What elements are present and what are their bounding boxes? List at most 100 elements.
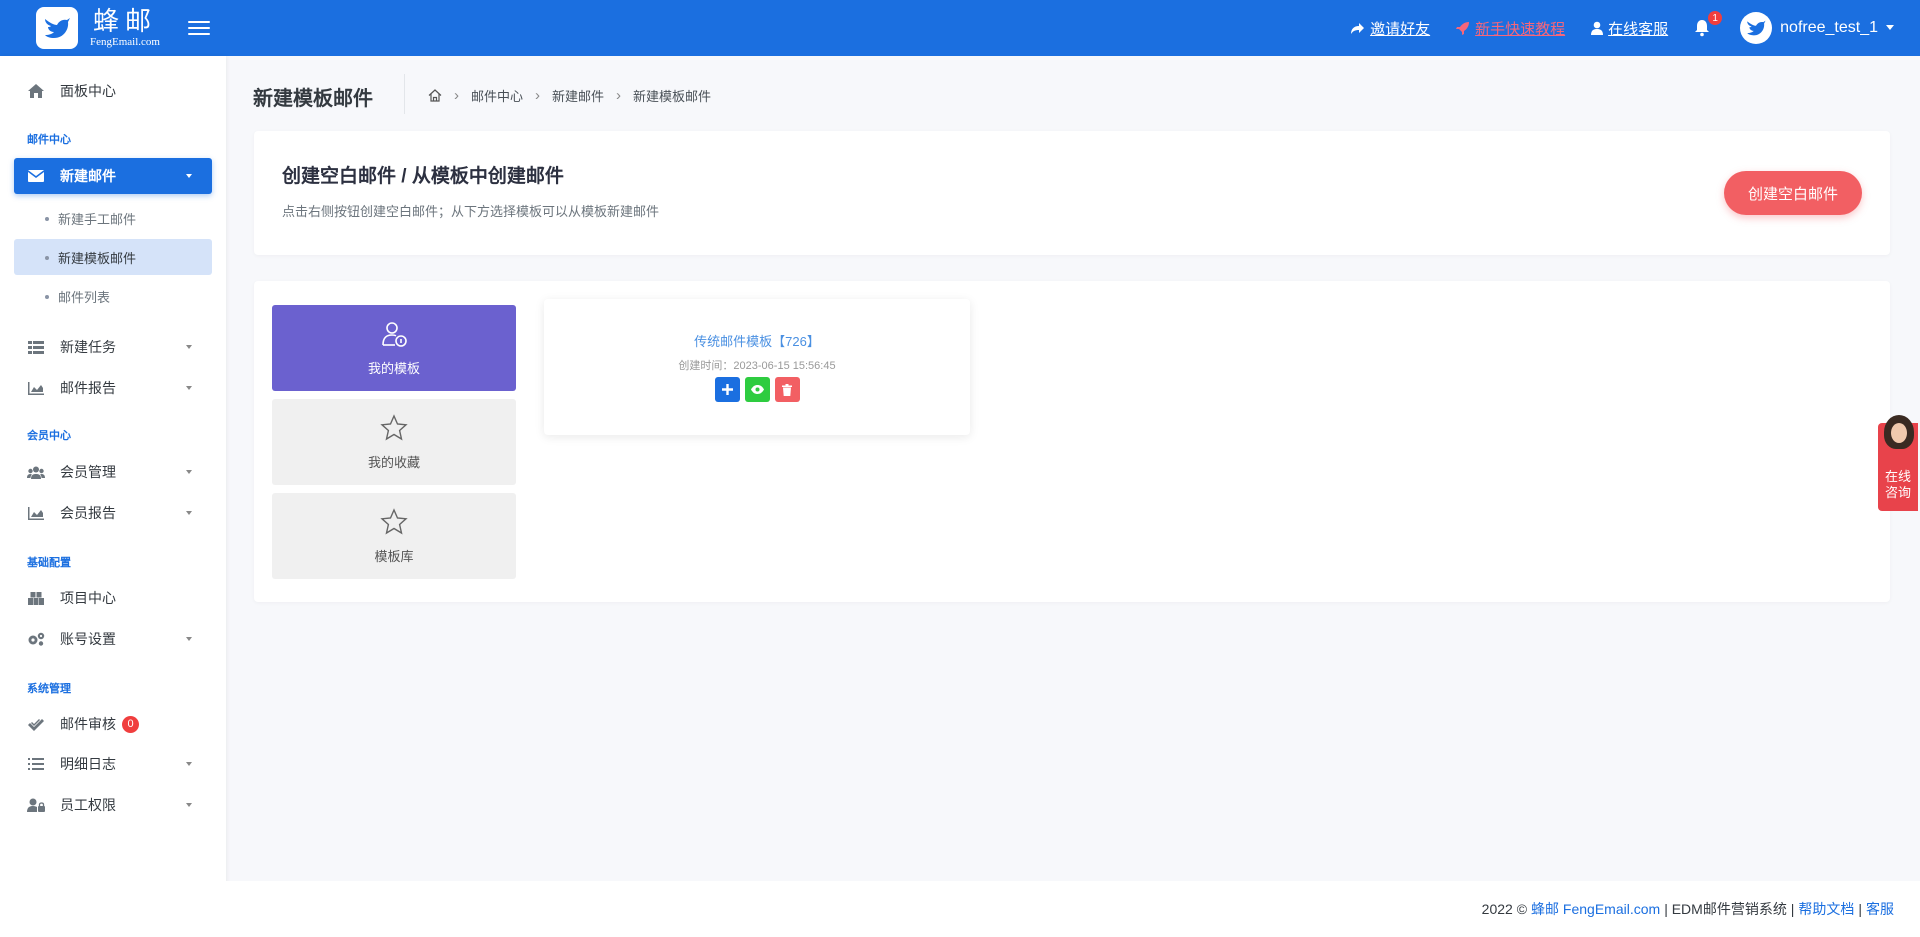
breadcrumb-current: 新建模板邮件 <box>633 89 712 104</box>
sidebar-item-label: 账号设置 <box>60 631 116 647</box>
sidebar-item-project-center[interactable]: 项目中心 <box>14 580 212 616</box>
consult-label-line2: 咨询 <box>1884 485 1911 500</box>
online-consult-widget[interactable]: 在线 咨询 <box>1878 415 1918 511</box>
online-support-link[interactable]: 在线客服 <box>1591 18 1668 39</box>
username: nofree_test_1 <box>1780 19 1878 36</box>
template-card: 传统邮件模板【726】 创建时间：2023-06-15 15:56:45 <box>544 299 970 435</box>
sidebar-item-label: 员工权限 <box>60 797 116 813</box>
breadcrumb-separator: › <box>535 87 541 104</box>
tab-label: 我的收藏 <box>367 454 420 470</box>
sidebar-item-account-settings[interactable]: 账号设置 <box>14 621 212 657</box>
invite-friends-link[interactable]: 邀请好友 <box>1350 18 1430 39</box>
tab-label: 我的模板 <box>367 360 420 376</box>
user-lock-icon <box>26 797 46 813</box>
sidebar-item-label: 邮件审核 <box>60 716 116 732</box>
mail-review-badge: 0 <box>122 715 139 733</box>
caret-down-icon <box>186 386 192 390</box>
area-chart-icon <box>26 380 46 396</box>
breadcrumb-item[interactable]: 新建邮件 <box>552 86 604 105</box>
caret-down-icon <box>186 470 192 474</box>
sidebar-item-label: 明细日志 <box>60 756 116 772</box>
sidebar-item-label: 会员管理 <box>60 464 116 480</box>
bell-icon <box>1695 20 1710 37</box>
tab-template-library[interactable]: 模板库 <box>272 493 516 579</box>
sidebar-sub-template-mail[interactable]: 新建模板邮件 <box>14 239 212 275</box>
user-menu[interactable]: nofree_test_1 <box>1740 12 1894 44</box>
tab-my-favorites[interactable]: 我的收藏 <box>272 399 516 485</box>
use-template-button[interactable] <box>714 377 740 402</box>
rocket-icon <box>1456 22 1470 35</box>
envelope-icon <box>26 168 46 184</box>
sidebar-sub-mail-list[interactable]: 邮件列表 <box>14 278 212 314</box>
menu-toggle-icon[interactable] <box>188 17 210 39</box>
sidebar-item-label: 项目中心 <box>60 590 116 606</box>
sidebar-item-member-manage[interactable]: 会员管理 <box>14 454 212 490</box>
top-header: 蜂邮 FengEmail.com 邀请好友 新手快速教程 在线客服 1 nofr… <box>0 0 1920 56</box>
sidebar-item-label: 邮件报告 <box>60 380 116 396</box>
breadcrumb-separator: › <box>616 87 622 104</box>
footer-copyright: 2022 © <box>1481 901 1528 917</box>
sidebar-item-new-task[interactable]: 新建任务 <box>14 329 212 365</box>
caret-down-icon <box>186 174 192 178</box>
share-icon <box>1351 22 1365 34</box>
footer-separator: | <box>1858 901 1862 917</box>
double-check-icon <box>26 716 46 732</box>
star-icon <box>380 507 408 534</box>
sidebar-item-label: 会员报告 <box>60 505 116 521</box>
user-info-icon <box>382 321 407 347</box>
footer: 2022 © 蜂邮 FengEmail.com | EDM邮件营销系统 | 帮助… <box>226 881 1920 937</box>
sidebar-item-mail-review[interactable]: 邮件审核 0 <box>14 706 212 742</box>
caret-down-icon <box>1886 25 1894 30</box>
section-title-system: 系统管理 <box>27 683 71 695</box>
sidebar-item-new-mail[interactable]: 新建邮件 <box>14 158 212 194</box>
sidebar-item-dashboard[interactable]: 面板中心 <box>14 73 212 109</box>
users-icon <box>26 464 46 480</box>
footer-brand-link[interactable]: 蜂邮 FengEmail.com <box>1531 899 1660 919</box>
home-outline-icon[interactable] <box>428 89 442 102</box>
list-table-icon <box>26 339 46 355</box>
sidebar-item-member-report[interactable]: 会员报告 <box>14 495 212 531</box>
tab-my-templates[interactable]: 我的模板 <box>272 305 516 391</box>
breadcrumb-separator: › <box>454 87 459 104</box>
area-chart-icon <box>26 505 46 521</box>
title-divider <box>404 74 405 114</box>
footer-service-link[interactable]: 客服 <box>1866 899 1894 919</box>
section-title-member: 会员中心 <box>27 430 71 442</box>
sidebar-item-mail-report[interactable]: 邮件报告 <box>14 370 212 406</box>
consult-label-line1: 在线 <box>1884 469 1911 484</box>
delete-template-button[interactable] <box>774 377 800 402</box>
template-created-time: 创建时间：2023-06-15 15:56:45 <box>678 360 836 372</box>
create-blank-mail-button[interactable]: 创建空白邮件 <box>1724 171 1862 215</box>
caret-down-icon <box>186 345 192 349</box>
tab-label: 模板库 <box>374 548 414 564</box>
template-name[interactable]: 传统邮件模板【726】 <box>544 331 970 350</box>
home-icon <box>26 83 46 99</box>
preview-template-button[interactable] <box>744 377 770 402</box>
eye-icon <box>750 385 764 394</box>
cubes-icon <box>26 590 46 606</box>
caret-down-icon <box>186 511 192 515</box>
footer-help-link[interactable]: 帮助文档 <box>1798 899 1854 919</box>
sidebar-sub-manual-mail[interactable]: 新建手工邮件 <box>14 200 212 236</box>
invite-friends-label: 邀请好友 <box>1370 20 1431 38</box>
sidebar-item-label: 新建任务 <box>60 339 116 355</box>
plus-icon <box>721 384 733 395</box>
create-card-title: 创建空白邮件 / 从模板中创建邮件 <box>282 166 564 187</box>
section-title-mail: 邮件中心 <box>27 134 71 146</box>
sidebar-item-staff-permission[interactable]: 员工权限 <box>14 787 212 823</box>
brand-name: 蜂邮 <box>92 7 157 37</box>
online-support-label: 在线客服 <box>1608 20 1669 38</box>
breadcrumb-item[interactable]: 邮件中心 <box>471 86 523 105</box>
caret-down-icon <box>186 803 192 807</box>
create-mail-card: 创建空白邮件 / 从模板中创建邮件 点击右侧按钮创建空白邮件；从下方选择模板可以… <box>254 131 1890 255</box>
sidebar-item-detail-log[interactable]: 明细日志 <box>14 746 212 782</box>
notification-badge: 1 <box>1708 11 1723 25</box>
template-actions <box>544 377 970 402</box>
template-panel: 我的模板 我的收藏 模板库 传统邮件模板【726】 创建时间：2023-06-1… <box>254 281 1890 602</box>
caret-down-icon <box>186 762 192 766</box>
notification-bell[interactable]: 1 <box>1694 11 1723 39</box>
tutorial-link[interactable]: 新手快速教程 <box>1456 18 1565 39</box>
caret-down-icon <box>186 637 192 641</box>
gears-icon <box>26 631 46 647</box>
bird-logo-icon <box>36 7 78 49</box>
